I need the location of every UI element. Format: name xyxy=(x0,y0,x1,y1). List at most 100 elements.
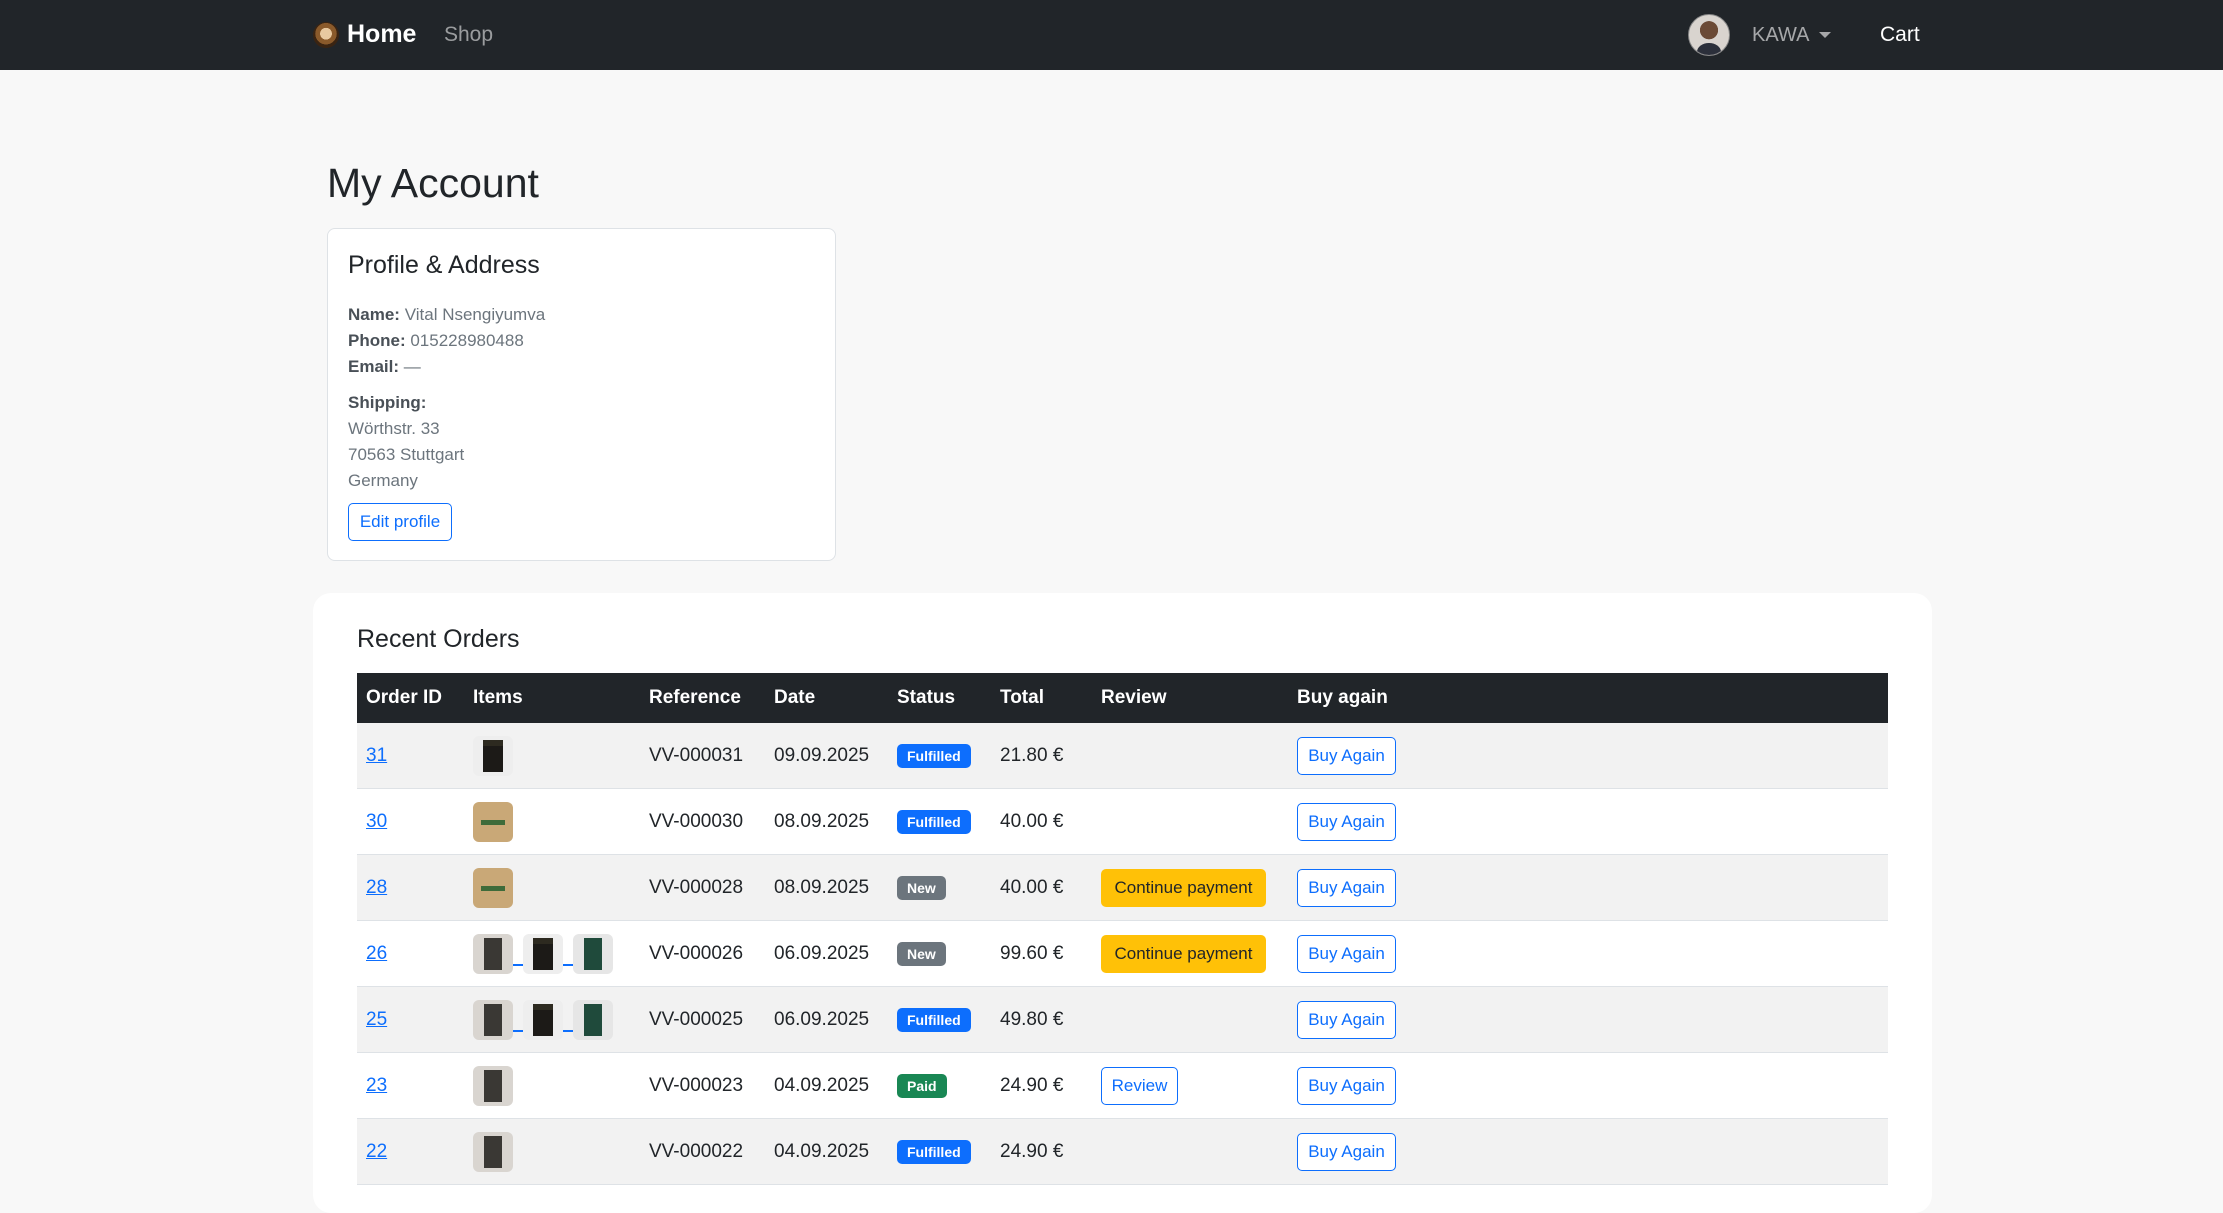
reference-cell: VV-000022 xyxy=(640,1118,765,1185)
order-id-link[interactable]: 31 xyxy=(366,745,387,766)
brand-home-link[interactable]: Home xyxy=(313,20,416,49)
review-cell xyxy=(1092,723,1288,789)
product-thumbnail[interactable] xyxy=(573,933,613,974)
order-id-link[interactable]: 22 xyxy=(366,1141,387,1162)
items-cell xyxy=(464,854,640,921)
buy-again-cell: Buy Again xyxy=(1288,1052,1888,1119)
table-row: 25 VV-000025 06.09.2025 Fulfilled 49.80 € Buy… xyxy=(357,986,1888,1053)
product-thumbnail[interactable] xyxy=(473,999,513,1040)
thumbnail-link-separator xyxy=(513,1029,523,1032)
product-thumbnail[interactable] xyxy=(523,999,563,1040)
email-value: — xyxy=(403,357,421,376)
recent-orders-title: Recent Orders xyxy=(357,625,520,653)
buy-again-button[interactable]: Buy Again xyxy=(1297,868,1396,907)
shipping-street: Wörthstr. 33 xyxy=(348,419,440,438)
reference-cell: VV-000030 xyxy=(640,788,765,855)
column-header: Review xyxy=(1092,673,1288,723)
user-avatar xyxy=(1688,14,1730,56)
items-cell xyxy=(464,788,640,855)
order-id-link[interactable]: 23 xyxy=(366,1075,387,1096)
edit-profile-button[interactable]: Edit profile xyxy=(348,503,452,541)
product-thumbnail[interactable] xyxy=(473,933,513,974)
coffee-logo-icon xyxy=(313,21,339,48)
table-row: 28 VV-000028 08.09.2025 New 40.00 € Continue … xyxy=(357,854,1888,921)
email-label: Email: xyxy=(348,357,400,376)
date-cell: 08.09.2025 xyxy=(765,854,888,921)
status-cell: New xyxy=(888,920,991,987)
reference-cell: VV-000028 xyxy=(640,854,765,921)
item-thumbnails xyxy=(473,801,640,842)
order-id-link[interactable]: 25 xyxy=(366,1009,387,1030)
column-header: Status xyxy=(888,673,991,723)
buy-again-cell: Buy Again xyxy=(1288,723,1888,789)
total-cell: 24.90 € xyxy=(991,1052,1092,1119)
status-cell: Fulfilled xyxy=(888,1118,991,1185)
shipping-label: Shipping: xyxy=(348,393,427,412)
profile-name-line: Name: Vital Nsengiyumva xyxy=(348,302,545,328)
status-badge: Fulfilled xyxy=(897,1139,971,1164)
status-cell: Fulfilled xyxy=(888,723,991,789)
profile-details: Name: Vital Nsengiyumva Phone: 015228980… xyxy=(348,302,545,494)
buy-again-button[interactable]: Buy Again xyxy=(1297,736,1396,775)
shipping-label-line: Shipping: xyxy=(348,390,545,416)
order-id-cell: 31 xyxy=(357,723,464,789)
table-row: 31 VV-000031 09.09.2025 Fulfilled 21.80 € Buy… xyxy=(357,723,1888,789)
buy-again-cell: Buy Again xyxy=(1288,986,1888,1053)
profile-heading: Profile & Address xyxy=(348,251,540,279)
buy-again-button[interactable]: Buy Again xyxy=(1297,1132,1396,1171)
profile-email-line: Email: — xyxy=(348,354,545,380)
review-cell: Continue payment xyxy=(1092,854,1288,921)
product-thumbnail[interactable] xyxy=(473,1065,513,1106)
thumbnail-link-separator xyxy=(563,1029,573,1032)
items-cell xyxy=(464,1052,640,1119)
orders-header-row: Order ID Items Reference Date Status Total Rev… xyxy=(357,673,1888,723)
order-id-cell: 28 xyxy=(357,854,464,921)
order-id-link[interactable]: 26 xyxy=(366,943,387,964)
product-thumbnail[interactable] xyxy=(523,933,563,974)
date-cell: 08.09.2025 xyxy=(765,788,888,855)
buy-again-button[interactable]: Buy Again xyxy=(1297,934,1396,973)
order-id-link[interactable]: 28 xyxy=(366,877,387,898)
shipping-country: Germany xyxy=(348,471,418,490)
user-name: KAWA xyxy=(1752,23,1810,46)
item-thumbnails xyxy=(473,735,640,776)
order-id-cell: 23 xyxy=(357,1052,464,1119)
buy-again-button[interactable]: Buy Again xyxy=(1297,1066,1396,1105)
column-header: Items xyxy=(464,673,640,723)
date-cell: 04.09.2025 xyxy=(765,1052,888,1119)
order-id-link[interactable]: 30 xyxy=(366,811,387,832)
date-cell: 04.09.2025 xyxy=(765,1118,888,1185)
review-cell: Review xyxy=(1092,1052,1288,1119)
items-cell xyxy=(464,1118,640,1185)
product-thumbnail[interactable] xyxy=(473,1131,513,1172)
order-id-cell: 30 xyxy=(357,788,464,855)
profile-phone-line: Phone: 015228980488 xyxy=(348,328,545,354)
review-cell xyxy=(1092,788,1288,855)
item-thumbnails xyxy=(473,933,640,974)
nav-shop-link[interactable]: Shop xyxy=(444,23,493,47)
table-row: 22 VV-000022 04.09.2025 Fulfilled 24.90 € Buy… xyxy=(357,1118,1888,1185)
total-cell: 49.80 € xyxy=(991,986,1092,1053)
product-thumbnail[interactable] xyxy=(473,867,513,908)
buy-again-cell: Buy Again xyxy=(1288,920,1888,987)
total-cell: 40.00 € xyxy=(991,854,1092,921)
profile-card: Profile & Address Name: Vital Nsengiyumv… xyxy=(327,228,836,561)
buy-again-cell: Buy Again xyxy=(1288,854,1888,921)
continue-payment-button[interactable]: Continue payment xyxy=(1101,868,1266,907)
buy-again-cell: Buy Again xyxy=(1288,788,1888,855)
user-menu-toggle[interactable]: KAWA xyxy=(1688,14,1832,56)
nav-cart-link[interactable]: Cart xyxy=(1880,23,1920,47)
buy-again-button[interactable]: Buy Again xyxy=(1297,802,1396,841)
continue-payment-button[interactable]: Continue payment xyxy=(1101,934,1266,973)
product-thumbnail[interactable] xyxy=(573,999,613,1040)
review-cell xyxy=(1092,1118,1288,1185)
review-button[interactable]: Review xyxy=(1101,1066,1178,1105)
buy-again-cell: Buy Again xyxy=(1288,1118,1888,1185)
buy-again-button[interactable]: Buy Again xyxy=(1297,1000,1396,1039)
product-thumbnail[interactable] xyxy=(473,735,513,776)
product-thumbnail[interactable] xyxy=(473,801,513,842)
reference-cell: VV-000031 xyxy=(640,723,765,789)
brand-label: Home xyxy=(347,20,417,48)
status-badge: New xyxy=(897,941,946,966)
orders-table: Order ID Items Reference Date Status Total Rev… xyxy=(357,673,1888,1185)
